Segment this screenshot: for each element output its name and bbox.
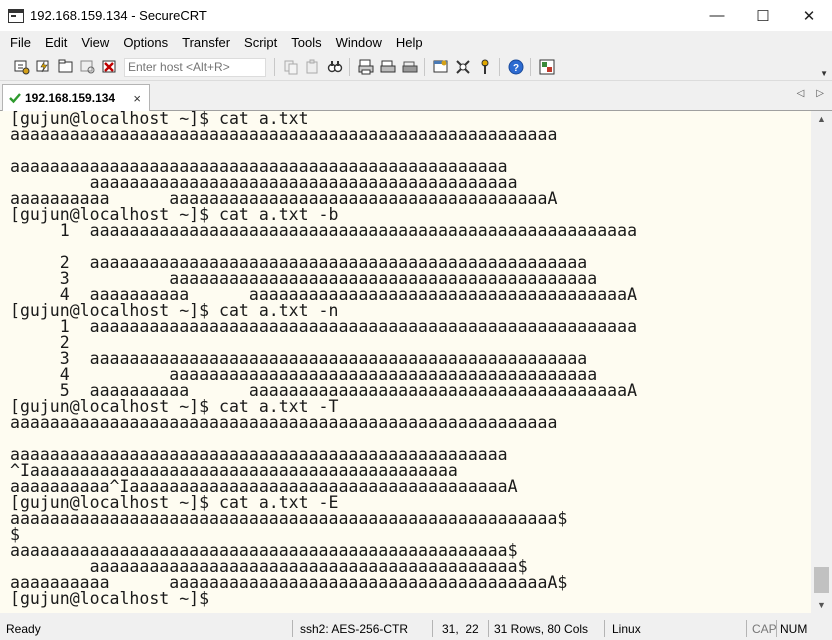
- copy-icon[interactable]: [281, 57, 301, 77]
- tab-scroll-left-icon[interactable]: ◁: [797, 88, 805, 99]
- window-title: 192.168.159.134 - SecureCRT: [30, 8, 207, 23]
- scroll-down-icon[interactable]: ▼: [811, 600, 832, 610]
- session-tab-bar: 192.168.159.134 × ◁ ▷: [0, 81, 832, 111]
- terminal-output[interactable]: [gujun@localhost ~]$ cat a.txt aaaaaaaaaa…: [0, 111, 811, 613]
- tab-close-icon[interactable]: ×: [133, 91, 141, 106]
- terminal-line: aaaaaaaaaaaaaaaaaaaaaaaaaaaaaaaaaaaaaaaa…: [10, 413, 558, 432]
- menu-window[interactable]: Window: [329, 35, 389, 50]
- status-terminal-type: Linux: [612, 621, 641, 636]
- menu-transfer[interactable]: Transfer: [175, 35, 237, 50]
- status-divider: [776, 620, 777, 637]
- tab-scroll-right-icon[interactable]: ▷: [816, 88, 824, 99]
- status-divider: [488, 620, 489, 637]
- connect-in-tab-icon[interactable]: [56, 57, 76, 77]
- status-encryption: ssh2: AES-256-CTR: [300, 621, 409, 636]
- status-bar: Ready ssh2: AES-256-CTR 31, 22 31 Rows, …: [0, 617, 832, 640]
- status-num-lock: NUM: [780, 621, 808, 636]
- status-terminal-size: 31 Rows, 80 Cols: [494, 621, 589, 636]
- scroll-up-icon[interactable]: ▲: [811, 114, 832, 124]
- status-divider: [746, 620, 747, 637]
- terminal-line: [gujun@localhost ~]$: [10, 589, 220, 608]
- quick-connect-icon[interactable]: [34, 57, 54, 77]
- title-bar: 192.168.159.134 - SecureCRT — ☐ ✕: [0, 0, 832, 31]
- terminal-lines: [gujun@localhost ~]$ cat a.txt aaaaaaaaaa…: [0, 111, 811, 607]
- maximize-button[interactable]: ☐: [740, 0, 786, 31]
- help-icon[interactable]: ?: [506, 57, 526, 77]
- print-screen-icon[interactable]: [356, 57, 376, 77]
- terminal-line: 1 aaaaaaaaaaaaaaaaaaaaaaaaaaaaaaaaaaaaaa…: [10, 221, 638, 240]
- status-divider: [604, 620, 605, 637]
- menu-options[interactable]: Options: [116, 35, 175, 50]
- menu-tools[interactable]: Tools: [284, 35, 328, 50]
- terminal-scrollbar[interactable]: ▲ ▼: [811, 111, 832, 613]
- find-icon[interactable]: [325, 57, 345, 77]
- keymap-icon[interactable]: [475, 57, 495, 77]
- terminal-line: aaaaaaaaaaaaaaaaaaaaaaaaaaaaaaaaaaaaaaaa…: [10, 509, 568, 528]
- menu-bar: File Edit View Options Transfer Script T…: [0, 31, 832, 54]
- toolbar-separator: [274, 58, 275, 76]
- menu-file[interactable]: File: [0, 35, 38, 50]
- toolbar-separator: [530, 58, 531, 76]
- toolbar: ? ▼: [0, 54, 832, 81]
- svg-text:?: ?: [513, 63, 519, 74]
- securecrt-app-icon: [8, 8, 24, 23]
- toolbar-overflow-icon[interactable]: ▼: [820, 69, 828, 78]
- status-divider: [292, 620, 293, 637]
- menu-help[interactable]: Help: [389, 35, 430, 50]
- menu-edit[interactable]: Edit: [38, 35, 74, 50]
- connect-icon[interactable]: [12, 57, 32, 77]
- toolbar-separator: [424, 58, 425, 76]
- reconnect-icon[interactable]: [78, 57, 98, 77]
- session-tab[interactable]: 192.168.159.134 ×: [2, 84, 150, 111]
- menu-view[interactable]: View: [74, 35, 116, 50]
- enter-host-input[interactable]: [124, 57, 266, 77]
- print-icon[interactable]: [400, 57, 420, 77]
- status-ready: Ready: [6, 621, 41, 636]
- menu-script[interactable]: Script: [237, 35, 284, 50]
- connected-check-icon: [8, 91, 22, 105]
- minimize-button[interactable]: —: [694, 0, 740, 31]
- status-cursor-position: 31, 22: [442, 621, 479, 636]
- paste-icon[interactable]: [303, 57, 323, 77]
- close-button[interactable]: ✕: [786, 0, 832, 31]
- tab-navigation: ◁ ▷: [797, 88, 824, 99]
- sftp-icon[interactable]: [537, 57, 557, 77]
- print-selection-icon[interactable]: [378, 57, 398, 77]
- global-options-icon[interactable]: [453, 57, 473, 77]
- toolbar-separator: [499, 58, 500, 76]
- window-controls: — ☐ ✕: [694, 0, 832, 31]
- session-options-icon[interactable]: [431, 57, 451, 77]
- status-caps-lock: CAP: [752, 621, 777, 636]
- disconnect-icon[interactable]: [100, 57, 120, 77]
- status-divider: [432, 620, 433, 637]
- session-tab-label: 192.168.159.134: [25, 91, 116, 105]
- terminal-line: aaaaaaaaaaaaaaaaaaaaaaaaaaaaaaaaaaaaaaaa…: [10, 125, 558, 144]
- toolbar-separator: [349, 58, 350, 76]
- scrollbar-thumb[interactable]: [814, 567, 829, 593]
- terminal-line: 1 aaaaaaaaaaaaaaaaaaaaaaaaaaaaaaaaaaaaaa…: [10, 317, 638, 336]
